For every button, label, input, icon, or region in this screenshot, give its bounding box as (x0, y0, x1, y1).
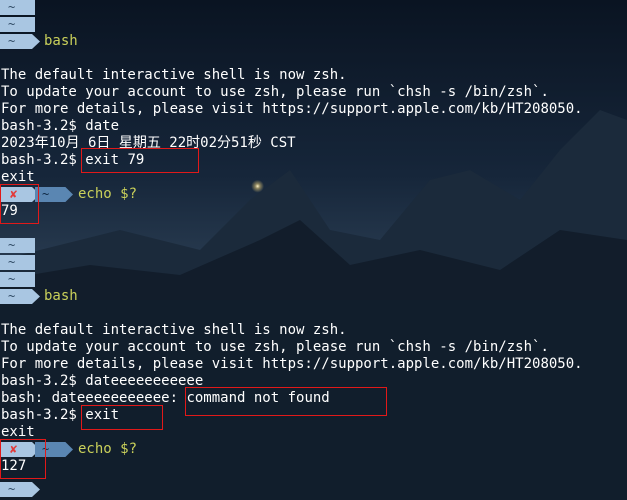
bash-prompt: bash-3.2$ (1, 407, 86, 423)
prompt-tilde-segment: ~ (0, 255, 35, 270)
echo-status-command: echo $? (78, 186, 138, 202)
exit-status-highlight (0, 184, 39, 224)
date-command-line: bash-3.2$ date (1, 118, 120, 134)
error-prefix: bash: dateeeeeeeeeee: (1, 390, 187, 406)
prompt-tilde-segment: ~ (0, 238, 35, 253)
bash-prompt: bash-3.2$ (1, 152, 86, 168)
prompt-tilde-segment: ~ (0, 272, 35, 287)
prompt-tilde-segment: ~ (0, 289, 40, 304)
prompt-tilde-segment: ~ (0, 17, 35, 32)
shell-notice-line: The default interactive shell is now zsh… (1, 322, 347, 338)
echo-status-command: echo $? (78, 441, 138, 457)
exit-status-highlight (0, 439, 46, 479)
prompt-tilde-segment: ~ (0, 34, 40, 49)
exit-command-highlight (81, 405, 163, 430)
prompt-tilde-segment: ~ (0, 482, 40, 497)
prompt-tilde-segment: ~ (35, 187, 73, 202)
prompt-command: bash (44, 33, 78, 49)
error-message-highlight (185, 387, 387, 416)
update-instruction-line: To update your account to use zsh, pleas… (1, 339, 549, 355)
details-link-line: For more details, please visit https://s… (1, 356, 583, 372)
update-instruction-line: To update your account to use zsh, pleas… (1, 84, 549, 100)
bad-command-line: bash-3.2$ dateeeeeeeeeee (1, 373, 204, 389)
prompt-tilde-segment: ~ (0, 0, 35, 15)
exit-command-highlight (81, 148, 199, 173)
terminal-window[interactable]: ~ ~ ~ bash The default interactive shell… (0, 0, 627, 500)
prompt-command: bash (44, 288, 78, 304)
shell-notice-line: The default interactive shell is now zsh… (1, 67, 347, 83)
details-link-line: For more details, please visit https://s… (1, 101, 583, 117)
